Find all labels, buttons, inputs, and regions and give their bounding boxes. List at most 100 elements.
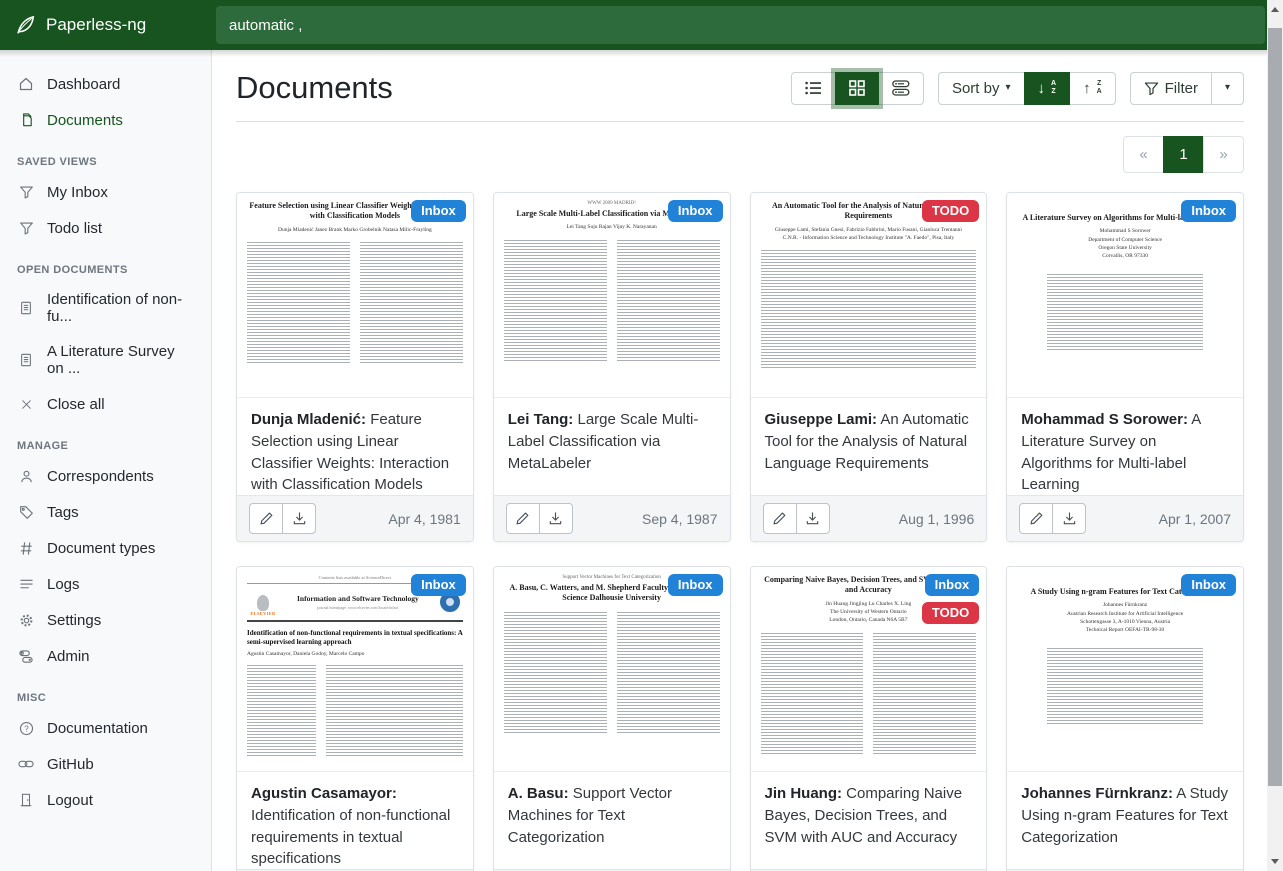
gear-icon [17,611,35,629]
tag-badges: Inbox [668,200,723,222]
card-footer: Aug 1, 1996 [751,495,987,541]
sidebar-item-admin[interactable]: Admin [0,638,211,674]
sidebar-item-github[interactable]: GitHub [0,746,211,782]
sidebar-item-todo-list[interactable]: Todo list [0,210,211,246]
hash-icon [17,539,35,557]
sort-by-button[interactable]: Sort by ▾ [938,72,1025,105]
pagination-next-button[interactable]: » [1203,136,1244,173]
document-title-link[interactable]: Lei Tang: Large Scale Multi-Label Classi… [494,398,730,495]
sidebar-item-close-all[interactable]: Close all [0,386,211,422]
tag-badges: Inbox TODO [922,574,979,624]
sidebar-item-label: Tags [47,504,79,521]
thumb-text-columns [247,242,463,364]
list-view-button[interactable] [791,72,836,105]
document-title-link[interactable]: Jin Huang: Comparing Naive Bayes, Decisi… [751,772,987,869]
document-title-link[interactable]: Johannes Fürnkranz: A Study Using n-gram… [1007,772,1243,869]
sidebar-item-logs[interactable]: Logs [0,566,211,602]
app-brand[interactable]: Paperless-ng [0,14,212,36]
sort-descending-button[interactable]: ↓ AZ [1024,72,1071,105]
document-thumbnail[interactable]: Contents lists available at ScienceDirec… [237,567,473,772]
page-scrollbar[interactable] [1267,0,1283,871]
pencil-icon [259,511,274,526]
sidebar-item-tags[interactable]: Tags [0,494,211,530]
tag-badge-inbox[interactable]: Inbox [1181,200,1236,222]
document-title-link[interactable]: Agustin Casamayor: Identification of non… [237,772,473,869]
thumb-journal-mid: Information and Software Technologyjourn… [281,594,435,610]
door-icon [17,791,35,809]
chevron-down-icon: ▾ [1005,83,1010,93]
app-title: Paperless-ng [46,15,146,35]
question-icon: ? [17,719,35,737]
document-title-link[interactable]: Mohammad S Sorower: A Literature Survey … [1007,398,1243,495]
download-document-button[interactable] [1052,503,1086,534]
sidebar-item-document-types[interactable]: Document types [0,530,211,566]
download-document-button[interactable] [796,503,830,534]
filter-button[interactable]: Filter [1130,72,1212,105]
sidebar-item-label: GitHub [47,756,94,773]
edit-document-button[interactable] [763,503,797,534]
thumb-fake-text [617,240,720,362]
scrollbar-up-arrow-icon[interactable] [1271,7,1279,12]
document-thumbnail[interactable]: A Literature Survey on Algorithms for Mu… [1007,193,1243,398]
sidebar-item-logout[interactable]: Logout [0,782,211,818]
header-divider [236,121,1244,122]
sort-ascending-button[interactable]: ↑ ZA [1069,72,1116,105]
documents-grid: Inbox Feature Selection using Linear Cla… [236,192,1244,871]
sidebar-item-settings[interactable]: Settings [0,602,211,638]
download-icon [805,511,820,526]
sidebar-section-header: OPEN DOCUMENTS [0,246,211,282]
tag-badge-inbox[interactable]: Inbox [668,574,723,596]
document-thumbnail[interactable]: WWW 2009 MADRID!Large Scale Multi-Label … [494,193,730,398]
document-date: Apr 1, 2007 [1159,511,1231,527]
sidebar-item-identification-of-non-fu[interactable]: Identification of non-fu... [0,282,211,334]
sidebar-item-documentation[interactable]: ?Documentation [0,710,211,746]
sidebar-item-dashboard[interactable]: Dashboard [0,66,211,102]
document-title-link[interactable]: Dunja Mladenić: Feature Selection using … [237,398,473,495]
top-navbar: Paperless-ng [0,0,1267,50]
link-icon [17,755,35,773]
tag-badge-todo[interactable]: TODO [922,200,979,222]
filter-controls: Filter ▾ [1130,72,1244,105]
filter-dropdown-button[interactable]: ▾ [1211,72,1244,105]
tag-badge-inbox[interactable]: Inbox [925,574,980,596]
document-thumbnail[interactable]: Feature Selection using Linear Classifie… [237,193,473,398]
card-actions [249,503,316,534]
scrollbar-thumb[interactable] [1268,28,1282,786]
sidebar-item-documents[interactable]: Documents [0,102,211,138]
sort-za-icon: ZA [1097,80,1102,95]
tag-badge-inbox[interactable]: Inbox [411,574,466,596]
pagination-prev-button[interactable]: « [1123,136,1164,173]
download-document-button[interactable] [282,503,316,534]
tag-badge-todo[interactable]: TODO [922,602,979,624]
thumb-text-columns [247,665,463,757]
document-title-link[interactable]: A. Basu: Support Vector Machines for Tex… [494,772,730,869]
document-thumbnail[interactable]: An Automatic Tool for the Analysis of Na… [751,193,987,398]
tag-badge-inbox[interactable]: Inbox [411,200,466,222]
tag-badge-inbox[interactable]: Inbox [1181,574,1236,596]
pagination: « 1 » [236,136,1244,173]
edit-document-button[interactable] [249,503,283,534]
sidebar-item-label: Admin [47,648,90,665]
card-footer: Apr 1, 2007 [1007,495,1243,541]
sidebar-item-my-inbox[interactable]: My Inbox [0,174,211,210]
grid-view-button[interactable] [835,72,879,105]
sidebar-item-a-literature-survey-on[interactable]: A Literature Survey on ... [0,334,211,386]
tag-badge-inbox[interactable]: Inbox [668,200,723,222]
download-document-button[interactable] [539,503,573,534]
document-thumbnail[interactable]: A Study Using n-gram Features for Text C… [1007,567,1243,772]
sidebar-item-label: Identification of non-fu... [47,291,194,325]
document-date: Aug 1, 1996 [899,511,975,527]
edit-document-button[interactable] [506,503,540,534]
sidebar-item-label: A Literature Survey on ... [47,343,194,377]
sidebar-item-correspondents[interactable]: Correspondents [0,458,211,494]
document-title-link[interactable]: Giuseppe Lami: An Automatic Tool for the… [751,398,987,495]
document-date: Sep 4, 1987 [642,511,718,527]
detail-view-icon [892,80,910,96]
edit-document-button[interactable] [1019,503,1053,534]
scrollbar-down-arrow-icon[interactable] [1271,859,1279,864]
pagination-page-1-button[interactable]: 1 [1163,136,1204,173]
document-thumbnail[interactable]: Support Vector Machines for Text Categor… [494,567,730,772]
document-correspondent: Johannes Fürnkranz: [1021,785,1173,802]
global-search-input[interactable] [216,6,1265,44]
detail-view-button[interactable] [878,72,924,105]
